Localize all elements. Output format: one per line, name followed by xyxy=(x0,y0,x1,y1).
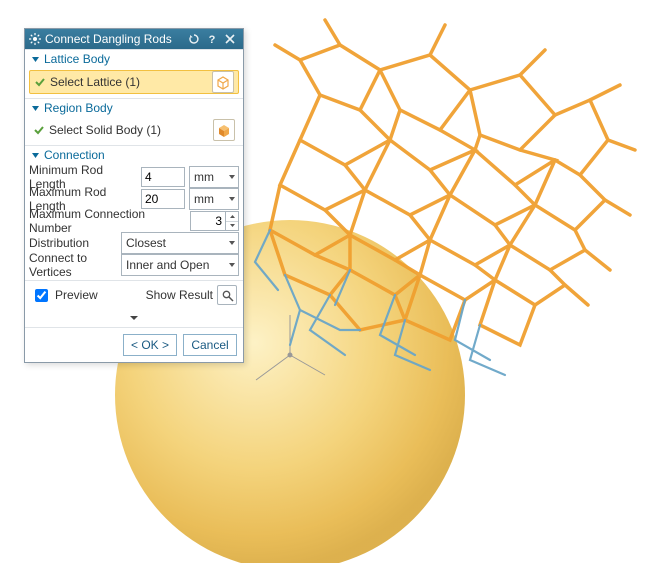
disclosure-down-icon xyxy=(31,55,40,64)
dropdown-arrow-icon xyxy=(228,261,236,269)
section-header-connection[interactable]: Connection xyxy=(25,145,243,164)
distribution-label: Distribution xyxy=(29,236,117,250)
select-lattice-row[interactable]: Select Lattice (1) xyxy=(29,70,239,94)
disclosure-down-icon xyxy=(31,151,40,160)
min-rod-length-input[interactable] xyxy=(141,167,185,187)
section-title: Lattice Body xyxy=(44,52,110,66)
dropdown-arrow-icon xyxy=(228,239,236,247)
collapse-caret-icon[interactable] xyxy=(128,311,140,325)
unit-label: mm xyxy=(194,192,214,206)
preview-label: Preview xyxy=(55,288,98,302)
min-rod-length-unit[interactable]: mm xyxy=(189,166,239,188)
max-conn-number-input[interactable] xyxy=(190,211,226,231)
max-conn-number-label: Maximum Connection Number xyxy=(29,207,186,235)
cancel-button[interactable]: Cancel xyxy=(183,334,237,356)
section-title: Connection xyxy=(44,148,105,162)
dialog-title: Connect Dangling Rods xyxy=(45,32,185,46)
combo-value: Inner and Open xyxy=(126,258,209,272)
select-solid-body-label: Select Solid Body (1) xyxy=(49,123,209,137)
magnifier-icon xyxy=(217,285,237,305)
dropdown-arrow-icon xyxy=(228,173,236,181)
svg-text:?: ? xyxy=(209,34,216,45)
section-title: Region Body xyxy=(44,101,113,115)
ok-button[interactable]: < OK > xyxy=(123,334,177,356)
close-button[interactable] xyxy=(221,31,239,47)
preview-checkbox-input[interactable] xyxy=(35,289,48,302)
connect-dangling-rods-dialog: Connect Dangling Rods ? Lattice Body Sel… xyxy=(24,28,244,363)
solid-cube-icon[interactable] xyxy=(213,119,235,141)
gear-icon xyxy=(29,33,41,45)
show-result-button[interactable]: Show Result xyxy=(146,285,237,305)
check-icon xyxy=(34,76,46,88)
distribution-combo[interactable]: Closest xyxy=(121,232,239,254)
section-header-region[interactable]: Region Body xyxy=(25,98,243,117)
combo-value: Closest xyxy=(126,236,166,250)
check-icon xyxy=(33,124,45,136)
help-button[interactable]: ? xyxy=(203,31,221,47)
lattice-cube-icon[interactable] xyxy=(212,71,234,93)
dropdown-arrow-icon xyxy=(228,195,236,203)
spinner-down-button[interactable] xyxy=(226,222,238,231)
connect-to-vertices-label: Connect to Vertices xyxy=(29,251,117,279)
show-result-label: Show Result xyxy=(146,288,213,302)
select-solid-body-row[interactable]: Select Solid Body (1) xyxy=(29,119,239,141)
connect-to-vertices-combo[interactable]: Inner and Open xyxy=(121,254,239,276)
unit-label: mm xyxy=(194,170,214,184)
dialog-titlebar[interactable]: Connect Dangling Rods ? xyxy=(25,29,243,49)
max-rod-length-input[interactable] xyxy=(141,189,185,209)
reset-button[interactable] xyxy=(185,31,203,47)
section-header-lattice[interactable]: Lattice Body xyxy=(25,49,243,68)
spinner-up-button[interactable] xyxy=(226,212,238,222)
max-rod-length-unit[interactable]: mm xyxy=(189,188,239,210)
disclosure-down-icon xyxy=(31,104,40,113)
max-conn-spinner xyxy=(226,211,239,231)
preview-checkbox[interactable]: Preview xyxy=(31,286,98,305)
select-lattice-label: Select Lattice (1) xyxy=(50,75,208,89)
